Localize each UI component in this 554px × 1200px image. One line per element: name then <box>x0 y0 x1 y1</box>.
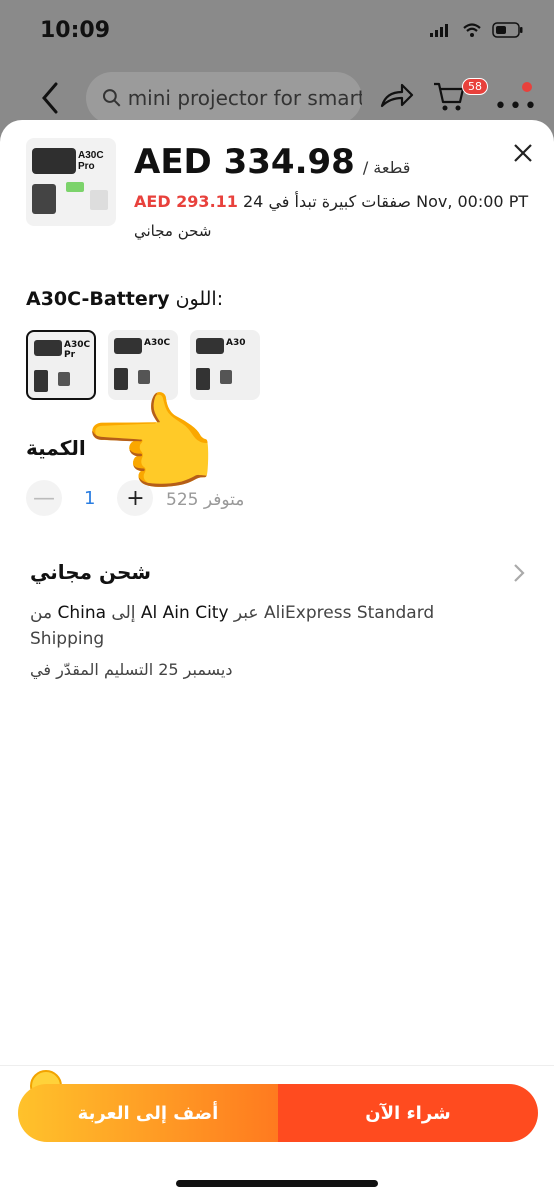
status-bar: 10:09 <box>0 0 554 60</box>
color-selection-label: A30C-Battery اللون: <box>26 288 223 310</box>
add-to-cart-button[interactable]: أضف إلى العربة <box>18 1084 278 1142</box>
route-mid: إلى <box>111 603 136 623</box>
search-input[interactable]: mini projector for smart <box>86 72 362 124</box>
product-price: AED 334.98 <box>134 142 355 182</box>
wifi-icon <box>463 23 481 37</box>
pointing-hand-icon: 👈 <box>80 381 217 509</box>
route-from: China <box>57 603 107 623</box>
battery-icon <box>492 22 523 38</box>
route-to: Al Ain City <box>140 603 229 623</box>
share-icon[interactable] <box>380 82 414 110</box>
notification-dot <box>522 82 532 92</box>
search-icon <box>102 89 121 107</box>
variant-label: A30 <box>226 338 246 348</box>
free-shipping-label: شحن مجاني <box>134 222 212 240</box>
projector-image <box>34 340 62 356</box>
more-icon[interactable]: ••• <box>494 94 539 119</box>
variant-label: A30C <box>144 338 171 348</box>
projector-image <box>196 338 224 354</box>
selected-color: A30C-Battery <box>26 288 170 310</box>
back-icon[interactable] <box>36 78 66 118</box>
home-indicator <box>176 1180 378 1187</box>
color-label: اللون: <box>175 288 224 310</box>
quantity-title: الكمية <box>26 436 86 460</box>
decrease-button[interactable]: — <box>26 480 62 516</box>
product-thumbnail: A30C Pro <box>26 138 116 226</box>
cart-badge: 58 <box>462 78 488 95</box>
delivery-estimate: ديسمبر 25 التسليم المقدّر في <box>30 660 233 679</box>
deal-row: AED 293.11 صفقات كبيرة تبدأ في 24 Nov, 0… <box>134 192 528 211</box>
sku-bottom-sheet: A30C Pro AED 334.98 / قطعة AED 293.11 صف… <box>0 120 554 1200</box>
signal-icon <box>430 24 448 37</box>
buy-now-button[interactable]: شراء الآن <box>278 1084 538 1142</box>
status-time: 10:09 <box>40 18 111 43</box>
action-bar: أضف إلى العربة شراء الآن <box>18 1084 538 1142</box>
deal-text: صفقات كبيرة تبدأ في 24 Nov, 00:00 PT <box>243 192 529 211</box>
status-icons <box>430 22 524 38</box>
search-text: mini projector for smart <box>127 86 362 110</box>
shipping-route: من China إلى Al Ain City عبر AliExpress … <box>30 600 490 652</box>
footer-divider <box>0 1065 554 1066</box>
route-prefix: من <box>30 603 53 623</box>
price-unit: / قطعة <box>362 158 411 177</box>
thumb-label: A30C Pro <box>78 150 104 172</box>
price-row: AED 334.98 / قطعة <box>134 142 410 182</box>
close-icon[interactable] <box>512 142 534 164</box>
variant-label: A30C Pr <box>64 340 91 360</box>
projector-image <box>114 338 142 354</box>
shipping-title[interactable]: شحن مجاني <box>30 560 151 584</box>
deal-price: AED 293.11 <box>134 192 238 211</box>
route-via: عبر <box>233 603 259 623</box>
chevron-right-icon[interactable] <box>512 562 526 584</box>
cart-icon[interactable] <box>432 78 466 114</box>
